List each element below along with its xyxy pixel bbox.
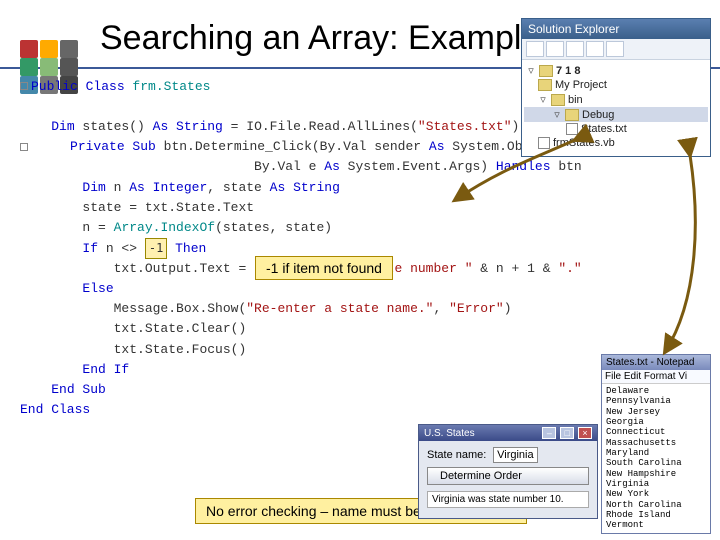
notepad-title: States.txt - Notepad — [602, 355, 710, 370]
solution-explorer-panel: Solution Explorer ▿7 1 8 My Project ▿bin… — [521, 18, 711, 157]
highlight-neg1: -1 — [145, 238, 167, 259]
state-name-input[interactable]: Virginia — [493, 447, 538, 463]
tree-item-frmstates[interactable]: frmStates.vb — [524, 136, 708, 150]
solution-explorer-tree: ▿7 1 8 My Project ▿bin ▿Debug States.txt… — [522, 60, 710, 156]
se-toolbar-button[interactable] — [566, 41, 584, 57]
file-icon — [566, 123, 578, 135]
folder-icon — [565, 109, 579, 121]
notepad-body: Delaware Pennsylvania New Jersey Georgia… — [602, 384, 710, 533]
solution-explorer-title: Solution Explorer — [522, 19, 710, 39]
solution-explorer-toolbar — [522, 39, 710, 60]
se-toolbar-button[interactable] — [546, 41, 564, 57]
output-textbox[interactable]: Virginia was state number 10. — [427, 491, 589, 508]
tree-item-states-txt[interactable]: States.txt — [524, 122, 708, 136]
maximize-button[interactable]: □ — [560, 427, 574, 439]
se-toolbar-button[interactable] — [606, 41, 624, 57]
app-window-titlebar: U.S. States – □ × — [419, 425, 597, 441]
tree-item-bin[interactable]: ▿bin — [524, 92, 708, 107]
notepad-menu[interactable]: File Edit Format Vi — [602, 370, 710, 384]
callout-not-found: -1 if item not found — [255, 256, 393, 280]
se-toolbar-button[interactable] — [526, 41, 544, 57]
close-button[interactable]: × — [578, 427, 592, 439]
state-name-label: State name: — [427, 449, 486, 461]
tree-item-debug[interactable]: ▿Debug — [524, 107, 708, 122]
tree-item-myproject[interactable]: My Project — [524, 78, 708, 92]
app-window: U.S. States – □ × State name: Virginia D… — [418, 424, 598, 519]
minimize-button[interactable]: – — [542, 427, 556, 439]
folder-icon — [551, 94, 565, 106]
tree-item-root[interactable]: ▿7 1 8 — [524, 63, 708, 78]
se-toolbar-button[interactable] — [586, 41, 604, 57]
folder-icon — [538, 79, 552, 91]
determine-order-button[interactable]: Determine Order — [427, 467, 589, 485]
notepad-window: States.txt - Notepad File Edit Format Vi… — [601, 354, 711, 534]
vb-file-icon — [538, 137, 550, 149]
app-window-title: U.S. States — [424, 428, 475, 439]
project-icon — [539, 65, 553, 77]
